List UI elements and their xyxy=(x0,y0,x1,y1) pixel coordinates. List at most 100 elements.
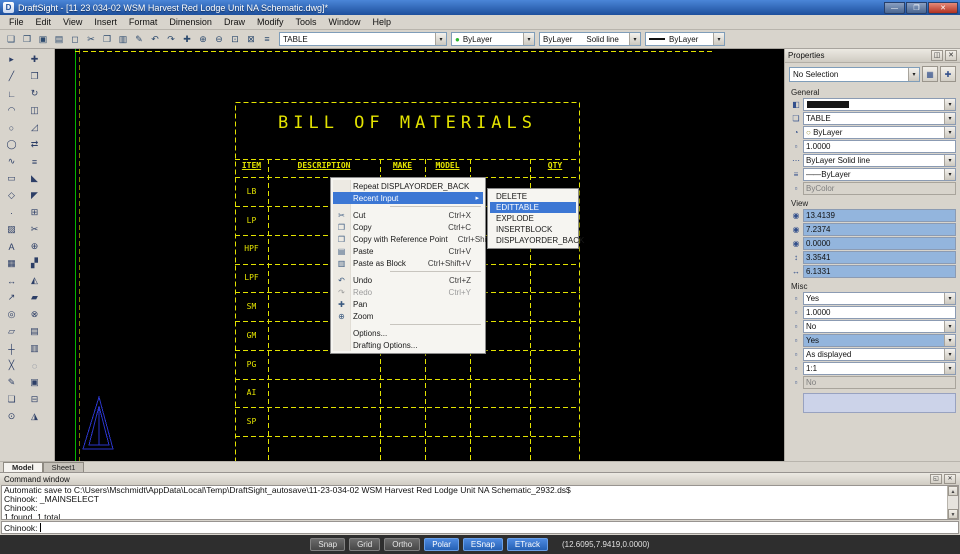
tab-sheet1[interactable]: Sheet1 xyxy=(42,462,85,472)
menu-item-drafting-options[interactable]: Drafting Options... xyxy=(333,339,483,351)
arc-tool-icon[interactable]: ◠ xyxy=(3,102,20,119)
chevron-down-icon[interactable] xyxy=(944,321,955,332)
menu-item-zoom[interactable]: ⊕ Zoom xyxy=(333,310,483,322)
cut-icon[interactable]: ✂ xyxy=(83,32,99,47)
scale-tool-icon[interactable]: ◿ xyxy=(26,119,43,136)
property-field[interactable]: Yes xyxy=(803,334,956,347)
redo-icon[interactable]: ↷ xyxy=(163,32,179,47)
zoom-window-icon[interactable]: ⊡ xyxy=(227,32,243,47)
line-color-combo[interactable]: ● ByLayer xyxy=(451,32,535,46)
close-icon[interactable]: ✕ xyxy=(944,474,956,484)
scroll-down-icon[interactable]: ▼ xyxy=(948,509,958,519)
snap-toggle[interactable]: Snap xyxy=(310,538,346,551)
line-style-combo[interactable]: ByLayer Solid line xyxy=(539,32,641,46)
property-field[interactable]: 13.4139 xyxy=(803,209,956,222)
dimension-tool-icon[interactable]: ↔ xyxy=(3,272,20,289)
pin-icon[interactable]: ◫ xyxy=(931,50,943,61)
drawing-canvas[interactable]: BILL OF MATERIALS ITEM DESCRIPTION MAKE MOD… xyxy=(55,49,784,461)
rectangle-tool-icon[interactable]: ▭ xyxy=(3,170,20,187)
menu-item-cut[interactable]: ✂ Cut Ctrl+X xyxy=(333,209,483,221)
menu-item-repeat[interactable]: Repeat DISPLAYORDER_BACK xyxy=(333,180,483,192)
property-field[interactable]: 1:1 xyxy=(803,362,956,375)
property-field[interactable]: ByLayer xyxy=(803,126,956,139)
edit-polyline-tool-icon[interactable]: ▰ xyxy=(26,289,43,306)
line-tool-icon[interactable]: ╱ xyxy=(3,68,20,85)
chevron-down-icon[interactable] xyxy=(944,155,955,166)
offset-tool-icon[interactable]: ⇄ xyxy=(26,136,43,153)
chevron-down-icon[interactable] xyxy=(944,349,955,360)
menu-item-paste[interactable]: ▤ Paste Ctrl+V xyxy=(333,245,483,257)
ortho-toggle[interactable]: Ortho xyxy=(384,538,421,551)
ellipse-tool-icon[interactable]: ◯ xyxy=(3,136,20,153)
command-input[interactable]: Chinook: xyxy=(1,521,959,534)
zoom-in-icon[interactable]: ⊕ xyxy=(195,32,211,47)
extend-tool-icon[interactable]: ⊕ xyxy=(26,238,43,255)
submenu-item-explode[interactable]: EXPLODE xyxy=(490,213,576,224)
property-field[interactable]: 3.3541 xyxy=(803,251,956,264)
submenu-item-delete[interactable]: DELETE xyxy=(490,191,576,202)
delete-tool-icon[interactable]: ⊗ xyxy=(26,306,43,323)
property-field[interactable]: ByLayer xyxy=(803,168,956,181)
weld-tool-icon[interactable]: ◮ xyxy=(26,408,43,425)
explode-tool-icon[interactable]: ◭ xyxy=(26,272,43,289)
section-label[interactable]: Misc xyxy=(789,279,956,292)
properties-painter-icon[interactable]: ✎ xyxy=(131,32,147,47)
array-tool-icon[interactable]: ⊞ xyxy=(26,204,43,221)
property-field[interactable]: No xyxy=(803,376,956,389)
maximize-button[interactable]: ❐ xyxy=(906,1,927,14)
chevron-down-icon[interactable] xyxy=(629,33,640,45)
property-field[interactable]: 0.0000 xyxy=(803,237,956,250)
line-weight-combo[interactable]: ByLayer xyxy=(645,32,725,46)
selection-options-button[interactable]: ✚ xyxy=(940,66,956,82)
properties-tool-icon[interactable]: ▤ xyxy=(26,323,43,340)
zoom-fit-icon[interactable]: ⊠ xyxy=(243,32,259,47)
text-tool-icon[interactable]: A xyxy=(3,238,20,255)
tab-model[interactable]: Model xyxy=(3,462,43,472)
close-button[interactable]: ✕ xyxy=(928,1,958,14)
select-entities-button[interactable]: ▦ xyxy=(922,66,938,82)
chevron-down-icon[interactable] xyxy=(944,127,955,138)
property-field[interactable]: ByColor xyxy=(803,182,956,195)
menu-help[interactable]: Help xyxy=(367,15,398,29)
point-style-tool-icon[interactable]: ◌ xyxy=(26,357,43,374)
etrack-toggle[interactable]: ETrack xyxy=(506,538,548,551)
menu-modify[interactable]: Modify xyxy=(251,15,290,29)
submenu-item-insertblock[interactable]: INSERTBLOCK xyxy=(490,224,576,235)
menu-item-recent-input[interactable]: Recent Input ▸ xyxy=(333,192,483,204)
menu-item-paste-as-block[interactable]: ▥ Paste as Block Ctrl+Shift+V xyxy=(333,257,483,269)
paste-icon[interactable]: ▥ xyxy=(115,32,131,47)
chevron-down-icon[interactable] xyxy=(944,363,955,374)
property-field[interactable]: Yes xyxy=(803,292,956,305)
print-preview-icon[interactable]: ◻ xyxy=(67,32,83,47)
spline-tool-icon[interactable]: ∿ xyxy=(3,153,20,170)
chevron-down-icon[interactable] xyxy=(944,293,955,304)
menu-view[interactable]: View xyxy=(57,15,88,29)
zoom-out-icon[interactable]: ⊖ xyxy=(211,32,227,47)
mirror-tool-icon[interactable]: ◫ xyxy=(26,102,43,119)
chevron-down-icon[interactable] xyxy=(523,33,534,45)
layer-combo[interactable]: TABLE xyxy=(279,32,447,46)
menu-item-pan[interactable]: ✚ Pan xyxy=(333,298,483,310)
rotate-tool-icon[interactable]: ↻ xyxy=(26,85,43,102)
menu-tools[interactable]: Tools xyxy=(289,15,322,29)
chevron-down-icon[interactable] xyxy=(908,67,919,81)
section-label[interactable]: View xyxy=(789,196,956,209)
move-tool-icon[interactable]: ✚ xyxy=(26,51,43,68)
property-field[interactable]: ByLayer Solid line xyxy=(803,154,956,167)
scroll-up-icon[interactable]: ▲ xyxy=(948,486,958,496)
chevron-down-icon[interactable] xyxy=(435,33,446,45)
menu-item-redo[interactable]: ↷ Redo Ctrl+Y xyxy=(333,286,483,298)
property-field[interactable]: 1.0000 xyxy=(803,140,956,153)
donut-tool-icon[interactable]: ⊙ xyxy=(3,408,20,425)
menu-edit[interactable]: Edit xyxy=(30,15,58,29)
property-field[interactable]: No xyxy=(803,320,956,333)
block-tool-icon[interactable]: ❏ xyxy=(3,391,20,408)
property-field[interactable]: As displayed xyxy=(803,348,956,361)
select-tool-icon[interactable]: ▸ xyxy=(3,51,20,68)
property-field[interactable] xyxy=(803,98,956,111)
menu-dimension[interactable]: Dimension xyxy=(163,15,218,29)
selection-combo[interactable]: No Selection xyxy=(789,66,920,82)
esnap-toggle[interactable]: ESnap xyxy=(462,538,503,551)
point-tool-icon[interactable]: · xyxy=(3,204,20,221)
stretch-tool-icon[interactable]: ≡ xyxy=(26,153,43,170)
